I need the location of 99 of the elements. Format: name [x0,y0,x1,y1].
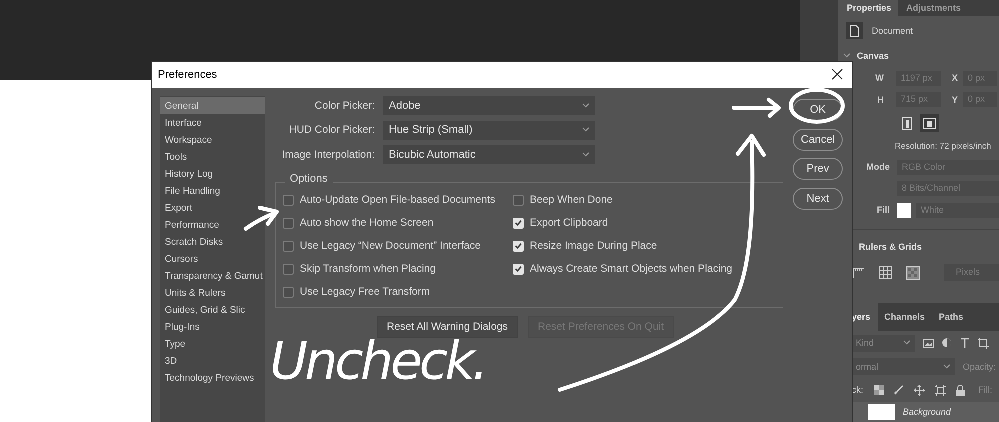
field-label: Image Interpolation: [281,148,375,160]
checkbox[interactable] [283,218,294,228]
sidebar-item[interactable]: Workspace [160,131,265,148]
sidebar-item[interactable]: Type [160,335,265,352]
sidebar-item[interactable]: Technology Previews [160,369,265,386]
type-icon[interactable] [960,338,970,348]
page-icon [850,24,860,37]
sidebar-item[interactable]: Units & Rulers [160,284,265,301]
color-swatch[interactable] [897,202,911,218]
checkbox-label: Use Legacy Free Transform [300,286,430,298]
chevron-down-icon [943,364,951,370]
resolution-text: Resolution: 72 pixels/inch [894,140,992,154]
section-title: Rulers & Grids [859,242,922,252]
checkerboard-icon[interactable] [906,266,920,280]
dropdown[interactable]: Bicubic Automatic [383,145,595,164]
dialog-button[interactable]: Prev [793,158,843,180]
field-label: Color Picker: [314,100,375,112]
dialog-button[interactable]: Next [793,188,843,210]
checkbox-label: Resize Image During Place [530,240,658,252]
layer-thumbnail [868,404,895,420]
sidebar-item[interactable]: General [160,97,265,114]
landscape-icon [923,116,936,130]
brush-icon[interactable] [894,385,904,396]
sidebar-item[interactable]: 3D [160,352,265,369]
dialog-button[interactable]: OK [793,99,843,121]
orientation-button[interactable] [920,114,939,132]
document-label: Document [872,26,914,36]
crop-icon[interactable] [978,338,989,349]
sidebar-item[interactable]: Tools [160,148,265,165]
ruler-icon[interactable] [853,268,865,278]
dropdown-value: Hue Strip (Small) [389,124,473,136]
dropdown[interactable]: Hue Strip (Small) [383,120,595,140]
close-icon [832,69,843,80]
dropdown-value: Kind [856,338,874,348]
hand-drawn-arrow [244,206,279,231]
checkbox[interactable] [513,194,524,206]
check-icon [515,266,522,272]
field-label: X [950,73,958,84]
window-title: Preferences [158,69,218,81]
chevron-down-icon [903,340,911,346]
section-title: Canvas [857,51,890,62]
chevron-down-icon [582,102,590,108]
chevron-down-icon [582,152,590,158]
checkbox-label: Skip Transform when Placing [300,263,436,275]
grid-icon[interactable] [879,266,892,280]
field-label: HUD Color Picker: [288,124,375,136]
half-circle-icon[interactable] [942,338,952,348]
field-label: Y [950,94,958,105]
checkbox-label: Beep When Done [530,194,613,206]
chevron-down-icon [582,127,590,133]
checkbox-label: Auto-Update Open File-based Documents [300,194,496,206]
check-icon [515,243,522,249]
dropdown-value: Bicubic Automatic [389,148,476,160]
checkbox[interactable] [283,286,294,298]
dropdown-value: Adobe [389,100,421,112]
panel-tab[interactable]: yers [852,303,878,332]
group-title: Options [285,172,333,184]
panel-tab[interactable]: Properties [838,0,898,16]
check-icon [515,220,522,226]
checkbox-label: Always Create Smart Objects when Placing [530,263,732,275]
layer-name: Background [903,407,952,418]
move-icon[interactable] [914,384,925,396]
field-label: Fill [876,205,890,216]
opacity-label: Opacity: [963,362,996,372]
checkbox-label: Export Clipboard [530,217,608,229]
dialog-button[interactable]: Cancel [793,128,843,150]
sidebar-item[interactable]: Performance [160,216,265,233]
sidebar-item[interactable]: File Handling [160,182,265,199]
panel-tab[interactable]: Channels [878,303,932,332]
dropdown-value: ormal [856,362,879,372]
panel-tab[interactable]: Paths [932,303,971,332]
field-label: W [874,73,884,84]
image-icon[interactable] [923,338,934,348]
portrait-icon [901,116,914,130]
artboard-icon[interactable] [934,384,946,396]
sidebar-item[interactable]: Cursors [160,250,265,267]
checkerboard-icon[interactable] [874,385,884,396]
fill-label: Fill: [978,385,993,396]
dropdown[interactable]: Adobe [383,96,595,115]
sidebar-item[interactable]: Export [160,199,265,216]
sidebar-item[interactable]: Plug-Ins [160,318,265,335]
field-label: Mode [866,162,890,172]
checkbox-label: Auto show the Home Screen [300,217,434,229]
field-label: H [876,94,884,105]
checkbox-label: Use Legacy “New Document” Interface [300,240,481,252]
close-button[interactable] [832,69,844,81]
reset-button[interactable]: Reset All Warning Dialogs [377,316,518,338]
checkbox[interactable] [283,194,294,206]
sidebar-item[interactable]: Scratch Disks [160,233,265,250]
lock-icon[interactable] [956,384,965,396]
sidebar-item[interactable]: Guides, Grid & Slic [160,301,265,318]
panel-tab[interactable]: Adjustments [898,0,968,16]
hand-drawn-arrow [732,98,781,118]
checkbox[interactable] [283,240,294,252]
sidebar-item[interactable]: Interface [160,114,265,131]
sidebar-item[interactable]: Transparency & Gamut [160,267,265,284]
sidebar-item[interactable]: History Log [160,165,265,182]
checkbox[interactable] [283,264,294,274]
chevron-down-icon[interactable] [843,53,851,60]
